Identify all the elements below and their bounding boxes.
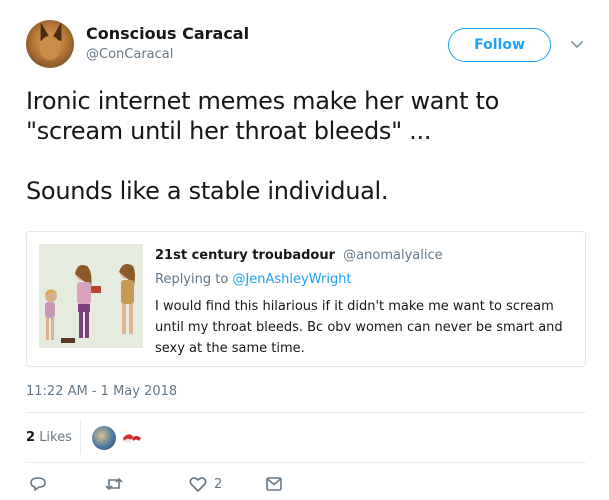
divider: [26, 462, 586, 463]
quoted-tweet-body: I would find this hilarious if it didn't…: [155, 299, 563, 356]
tweet-line: "scream until her throat bleeds" ...: [26, 117, 432, 145]
tweet-line: Ironic internet memes make her want to: [26, 87, 500, 115]
liker-avatar[interactable]: [120, 426, 144, 450]
author-avatar[interactable]: [26, 20, 74, 68]
quoted-tweet-author[interactable]: 21st century troubadour @anomalyalice: [155, 248, 443, 263]
quoted-replying-to: Replying to @JenAshleyWright: [155, 272, 352, 287]
likes-separator: [80, 420, 81, 454]
chevron-down-icon[interactable]: [570, 38, 584, 52]
author-display-name[interactable]: Conscious Caracal: [86, 24, 249, 43]
follow-button[interactable]: Follow: [448, 28, 551, 62]
heart-icon: [189, 477, 207, 492]
like-count: 2: [214, 476, 223, 492]
likes-label: Likes: [39, 430, 72, 445]
tweet-line: Sounds like a stable individual.: [26, 177, 389, 205]
retweet-action[interactable]: [104, 474, 124, 494]
avatar-face: [40, 36, 60, 60]
quoted-handle[interactable]: @anomalyalice: [343, 248, 442, 263]
direct-message-action[interactable]: [264, 474, 284, 494]
cartoon-women-illustration: [39, 244, 143, 348]
like-action[interactable]: 2: [188, 474, 222, 494]
replying-to-handle-link[interactable]: @JenAshleyWright: [232, 272, 351, 287]
quoted-tweet-card[interactable]: 21st century troubadour @anomalyalice Re…: [26, 231, 586, 367]
replying-to-prefix: Replying to: [155, 272, 229, 287]
retweet-icon: [105, 477, 123, 491]
tweet-text: Ironic internet memes make her want to "…: [26, 86, 586, 206]
reply-action[interactable]: [28, 474, 48, 494]
author-handle[interactable]: @ConCaracal: [86, 47, 173, 62]
tweet-actions: 2: [0, 474, 609, 496]
envelope-icon: [266, 477, 282, 491]
liker-avatar[interactable]: [92, 426, 116, 450]
likes-count[interactable]: 2 Likes: [26, 430, 72, 445]
tweet-timestamp[interactable]: 11:22 AM - 1 May 2018: [26, 384, 177, 399]
reply-icon: [30, 477, 46, 491]
divider: [26, 412, 586, 413]
red-white-avatar-icon: [123, 434, 141, 443]
quoted-tweet-image[interactable]: [39, 244, 143, 348]
quoted-display-name[interactable]: 21st century troubadour: [155, 248, 335, 263]
likes-number: 2: [26, 430, 36, 445]
